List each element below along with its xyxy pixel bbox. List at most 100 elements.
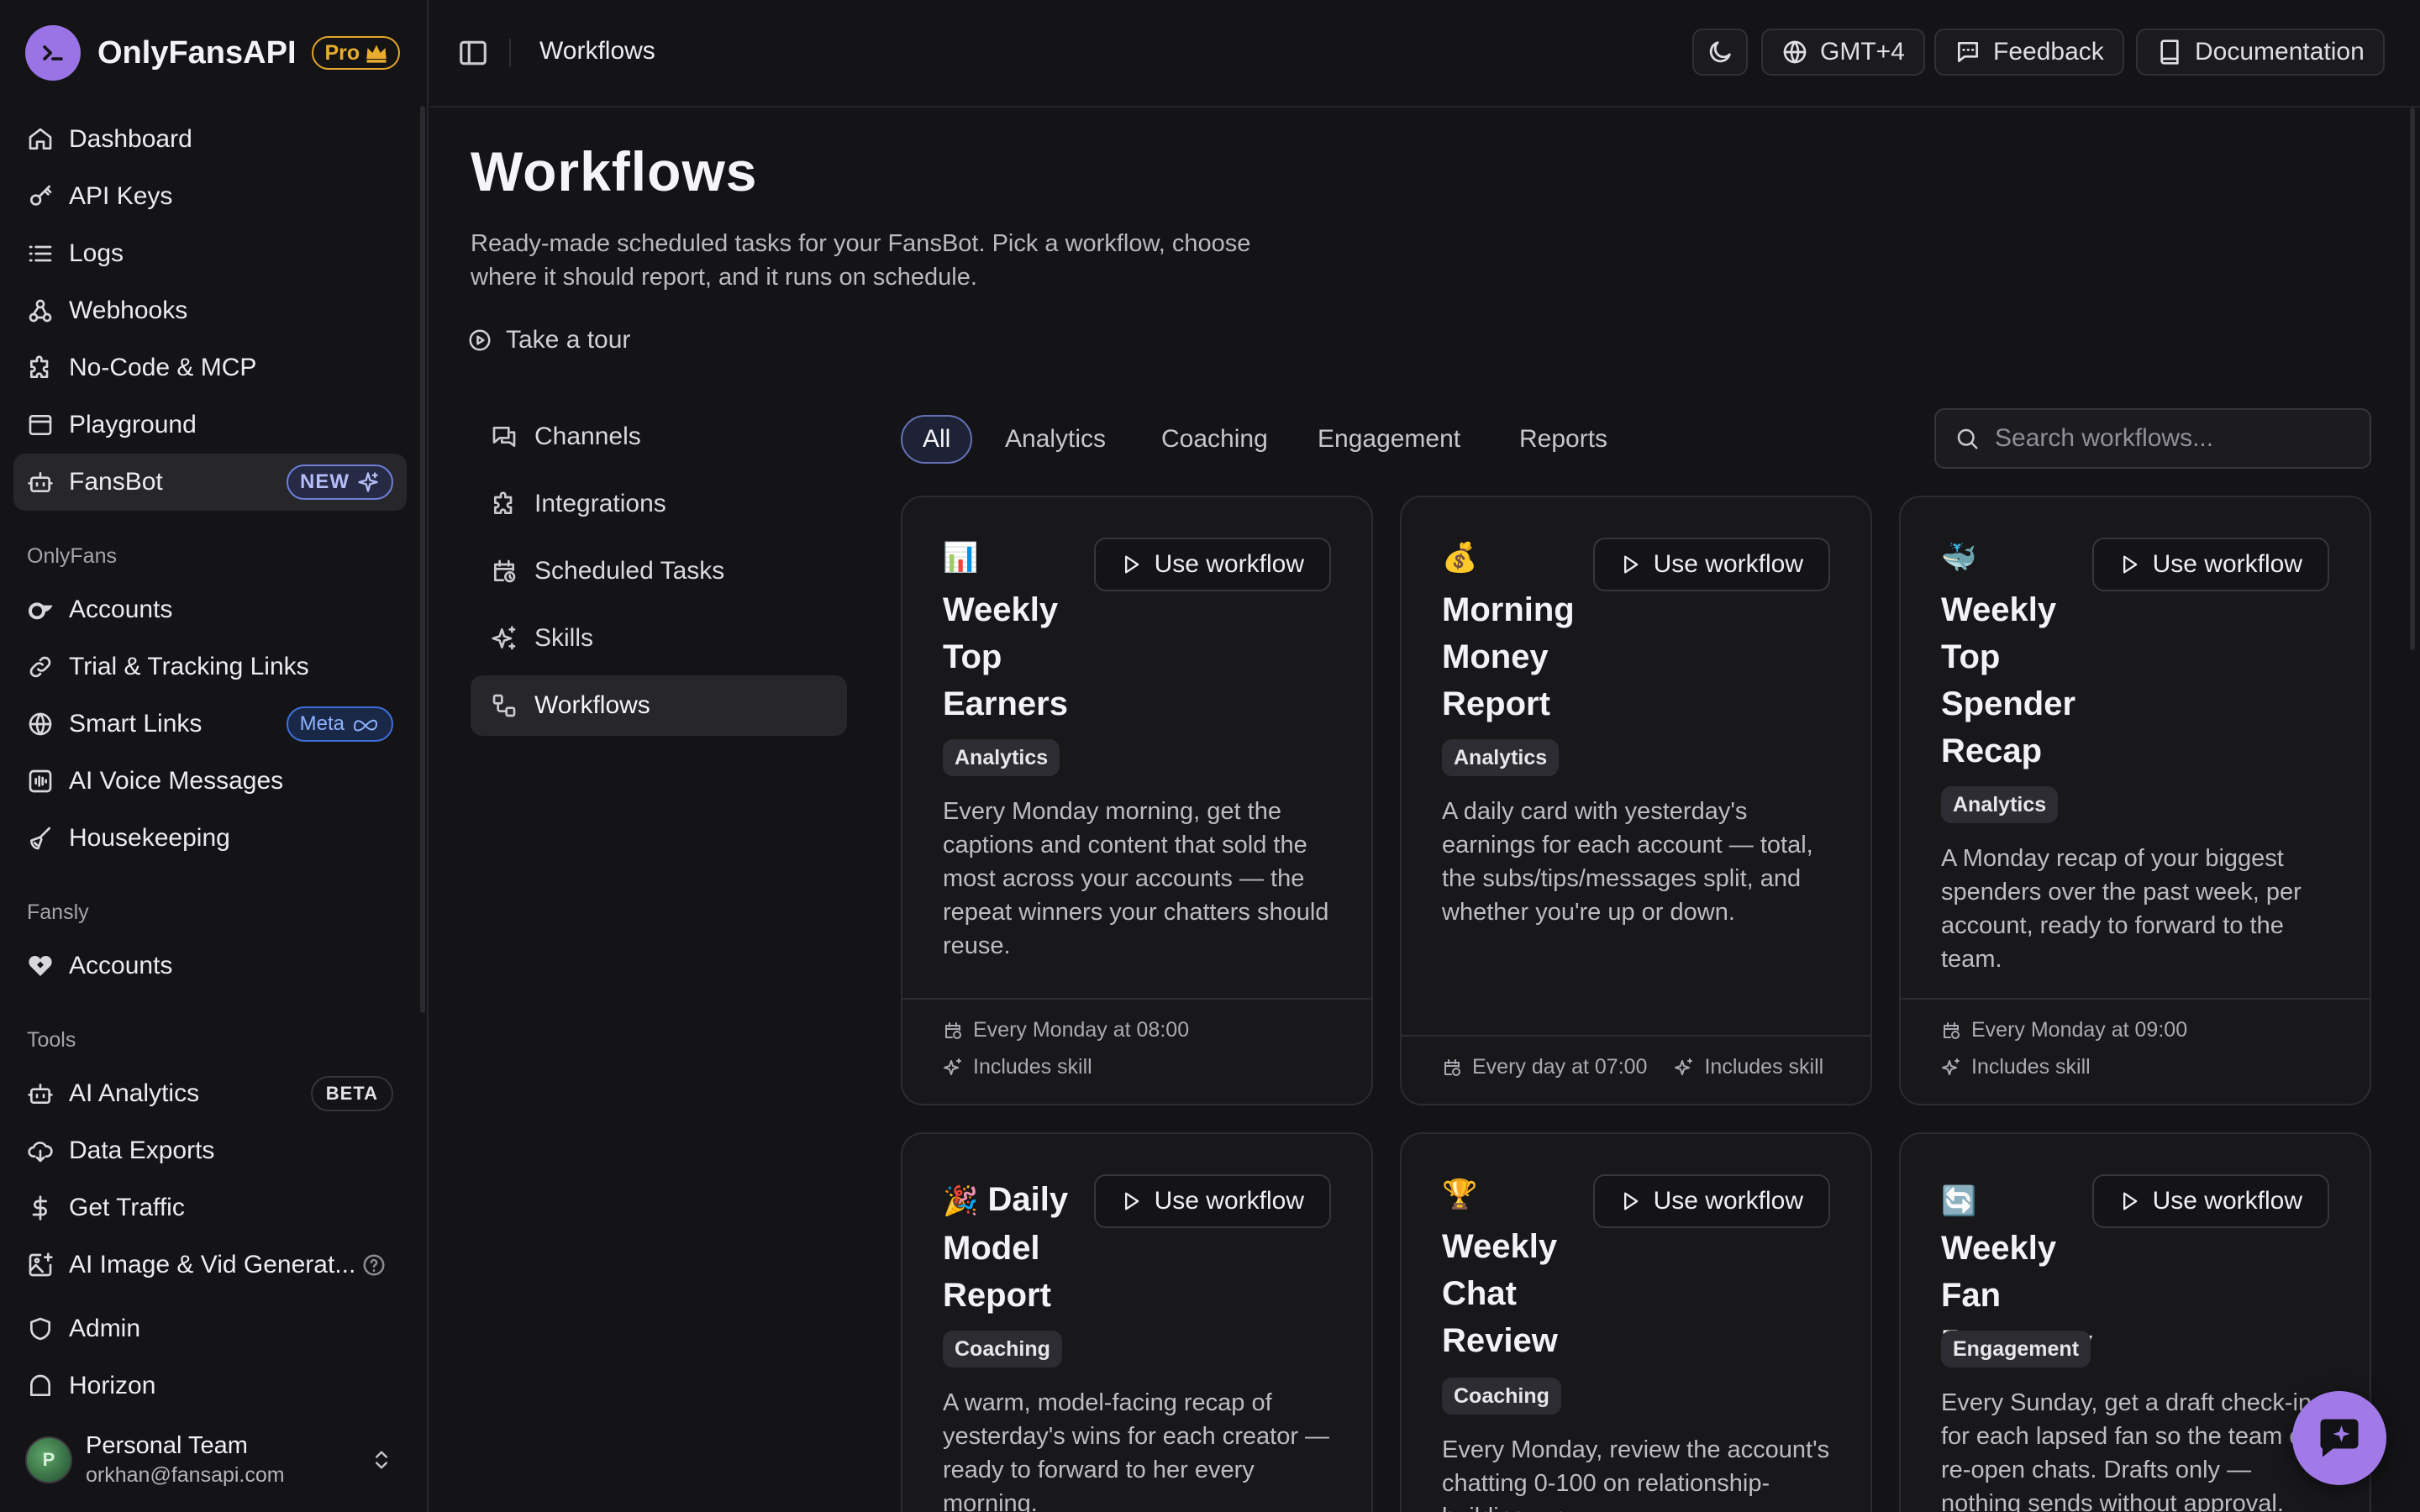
divider xyxy=(509,39,511,67)
filter-engagement[interactable]: Engagement xyxy=(1294,415,1484,464)
sidebar-item-horizon[interactable]: Horizon xyxy=(13,1357,407,1415)
subnav-channels[interactable]: Channels xyxy=(471,407,847,467)
sidebar-item-label: Logs xyxy=(69,239,124,267)
subnav-label: Integrations xyxy=(534,490,666,517)
page-title: Workflows xyxy=(471,140,758,202)
sidebar-scrollbar[interactable] xyxy=(420,106,425,1013)
sidebar-item-fansbot[interactable]: FansBot NEW xyxy=(13,454,407,511)
sidebar-item-housekeeping[interactable]: Housekeeping xyxy=(13,810,407,867)
new-badge: NEW xyxy=(287,465,393,500)
horizon-icon xyxy=(30,1374,50,1396)
use-workflow-button[interactable]: Use workflow xyxy=(1592,1174,1830,1228)
team-switcher[interactable]: P Personal Team orkhan@fansapi.com xyxy=(25,1428,403,1492)
sidebar-item-trial-tracking-links[interactable]: Trial & Tracking Links xyxy=(13,638,407,696)
use-workflow-button[interactable]: Use workflow xyxy=(1093,1174,1331,1228)
main-scrollbar[interactable] xyxy=(2410,108,2415,650)
subnav-skills[interactable]: Skills xyxy=(471,608,847,669)
sidebar-item-label: Accounts xyxy=(69,952,173,979)
sidebar-item-dashboard[interactable]: Dashboard xyxy=(13,111,407,168)
sidebar-item-ai-image-vid[interactable]: AI Image & Vid Generat... xyxy=(13,1236,407,1294)
card-title: Morning Money Report xyxy=(1442,591,1575,722)
play-icon xyxy=(1124,555,1139,574)
filter-reports[interactable]: Reports xyxy=(1496,415,1631,464)
sidebar-item-label: API Keys xyxy=(69,182,173,210)
subnav-label: Scheduled Tasks xyxy=(534,557,725,585)
sidebar-item-data-exports[interactable]: Data Exports xyxy=(13,1122,407,1179)
brand[interactable]: OnlyFansAPI Pro xyxy=(25,25,401,81)
play-icon xyxy=(2123,1192,2137,1210)
filter-all[interactable]: All xyxy=(901,415,973,464)
card-footer: Every Monday at 08:00 Includes skill xyxy=(902,998,1371,1104)
subnav-integrations[interactable]: Integrations xyxy=(471,474,847,534)
use-workflow-button[interactable]: Use workflow xyxy=(1592,538,1830,591)
fansly-icon xyxy=(29,956,52,976)
sidebar-item-smart-links[interactable]: Smart Links Meta xyxy=(13,696,407,753)
message-square-icon xyxy=(1958,42,1978,62)
timezone-button[interactable]: GMT+4 xyxy=(1761,29,1925,76)
sidebar-item-api-keys[interactable]: API Keys xyxy=(13,168,407,225)
sidebar-item-label: Smart Links xyxy=(69,710,203,738)
filter-coaching[interactable]: Coaching xyxy=(1138,415,1292,464)
sidebar-item-ai-analytics[interactable]: AI Analytics BETA xyxy=(13,1065,407,1122)
chat-support-button[interactable] xyxy=(2292,1391,2386,1485)
schedule-text: Every Monday at 08:00 xyxy=(973,1018,1190,1042)
card-title: 🎉 Daily Model Report xyxy=(943,1176,1086,1319)
sidebar-item-fansly-accounts[interactable]: Accounts xyxy=(13,937,407,995)
sidebar-item-onlyfans-accounts[interactable]: Accounts xyxy=(13,581,407,638)
calendar-clock-icon xyxy=(1944,1021,1960,1039)
search-icon xyxy=(1957,428,1978,449)
card-description: Every Monday morning, get the captions a… xyxy=(943,798,1329,959)
search-input[interactable] xyxy=(1995,424,2365,453)
user-email: orkhan@fansapi.com xyxy=(86,1463,285,1487)
home-icon xyxy=(29,128,52,150)
play-icon xyxy=(1623,555,1638,574)
skill-meta: Includes skill xyxy=(1941,1055,2091,1079)
use-workflow-label: Use workflow xyxy=(1154,1187,1304,1215)
card-title: Weekly Top Spender Recap xyxy=(1941,591,2076,769)
meta-badge-label: Meta xyxy=(299,712,345,735)
sidebar-item-label: Trial & Tracking Links xyxy=(69,653,309,680)
crown-icon xyxy=(366,45,387,63)
category-badge: Analytics xyxy=(1941,786,2059,823)
play-icon xyxy=(2123,555,2137,574)
theme-toggle-button[interactable] xyxy=(1692,29,1748,76)
feedback-button[interactable]: Feedback xyxy=(1934,29,2124,76)
sidebar-item-label: Admin xyxy=(69,1315,141,1342)
sidebar-toggle-icon[interactable] xyxy=(457,37,489,69)
key-icon xyxy=(30,185,52,206)
skill-text: Includes skill xyxy=(973,1055,1092,1079)
sidebar-item-label: AI Voice Messages xyxy=(69,767,284,795)
sidebar-item-label: Dashboard xyxy=(69,125,192,153)
team-name: Personal Team xyxy=(86,1432,248,1459)
documentation-button[interactable]: Documentation xyxy=(2136,29,2385,76)
help-circle-icon[interactable] xyxy=(361,1252,387,1278)
use-workflow-button[interactable]: Use workflow xyxy=(2091,1174,2329,1228)
filter-analytics[interactable]: Analytics xyxy=(981,415,1129,464)
use-workflow-label: Use workflow xyxy=(1653,550,1803,578)
search-box[interactable] xyxy=(1934,408,2371,469)
meta-infinity-icon xyxy=(354,719,377,732)
sidebar-item-no-code-mcp[interactable]: No-Code & MCP xyxy=(13,339,407,396)
card-description: A warm, model-facing recap of yesterday'… xyxy=(943,1389,1330,1512)
use-workflow-button[interactable]: Use workflow xyxy=(1093,538,1331,591)
sidebar-item-playground[interactable]: Playground xyxy=(13,396,407,454)
card-emoji: 🐳 xyxy=(1941,542,1977,574)
subnav-scheduled-tasks[interactable]: Scheduled Tasks xyxy=(471,541,847,601)
use-workflow-button[interactable]: Use workflow xyxy=(2091,538,2329,591)
subnav-workflows[interactable]: Workflows xyxy=(471,675,847,736)
book-icon xyxy=(2160,39,2179,65)
sidebar-item-label: No-Code & MCP xyxy=(69,354,257,381)
schedule-text: Every Monday at 09:00 xyxy=(1971,1018,2188,1042)
take-a-tour-label: Take a tour xyxy=(506,326,631,354)
sidebar-item-get-traffic[interactable]: Get Traffic xyxy=(13,1179,407,1236)
take-a-tour-button[interactable]: Take a tour xyxy=(467,326,630,354)
shield-icon xyxy=(30,1317,50,1341)
sidebar-item-label: Data Exports xyxy=(69,1137,215,1164)
sidebar-item-ai-voice-messages[interactable]: AI Voice Messages xyxy=(13,753,407,810)
terminal-logo-icon xyxy=(25,25,81,81)
calendar-clock-icon xyxy=(494,559,516,583)
schedule-text: Every day at 07:00 xyxy=(1472,1055,1648,1079)
sidebar-item-logs[interactable]: Logs xyxy=(13,225,407,282)
sidebar-item-webhooks[interactable]: Webhooks xyxy=(13,282,407,339)
sidebar-item-admin[interactable]: Admin xyxy=(13,1300,407,1357)
